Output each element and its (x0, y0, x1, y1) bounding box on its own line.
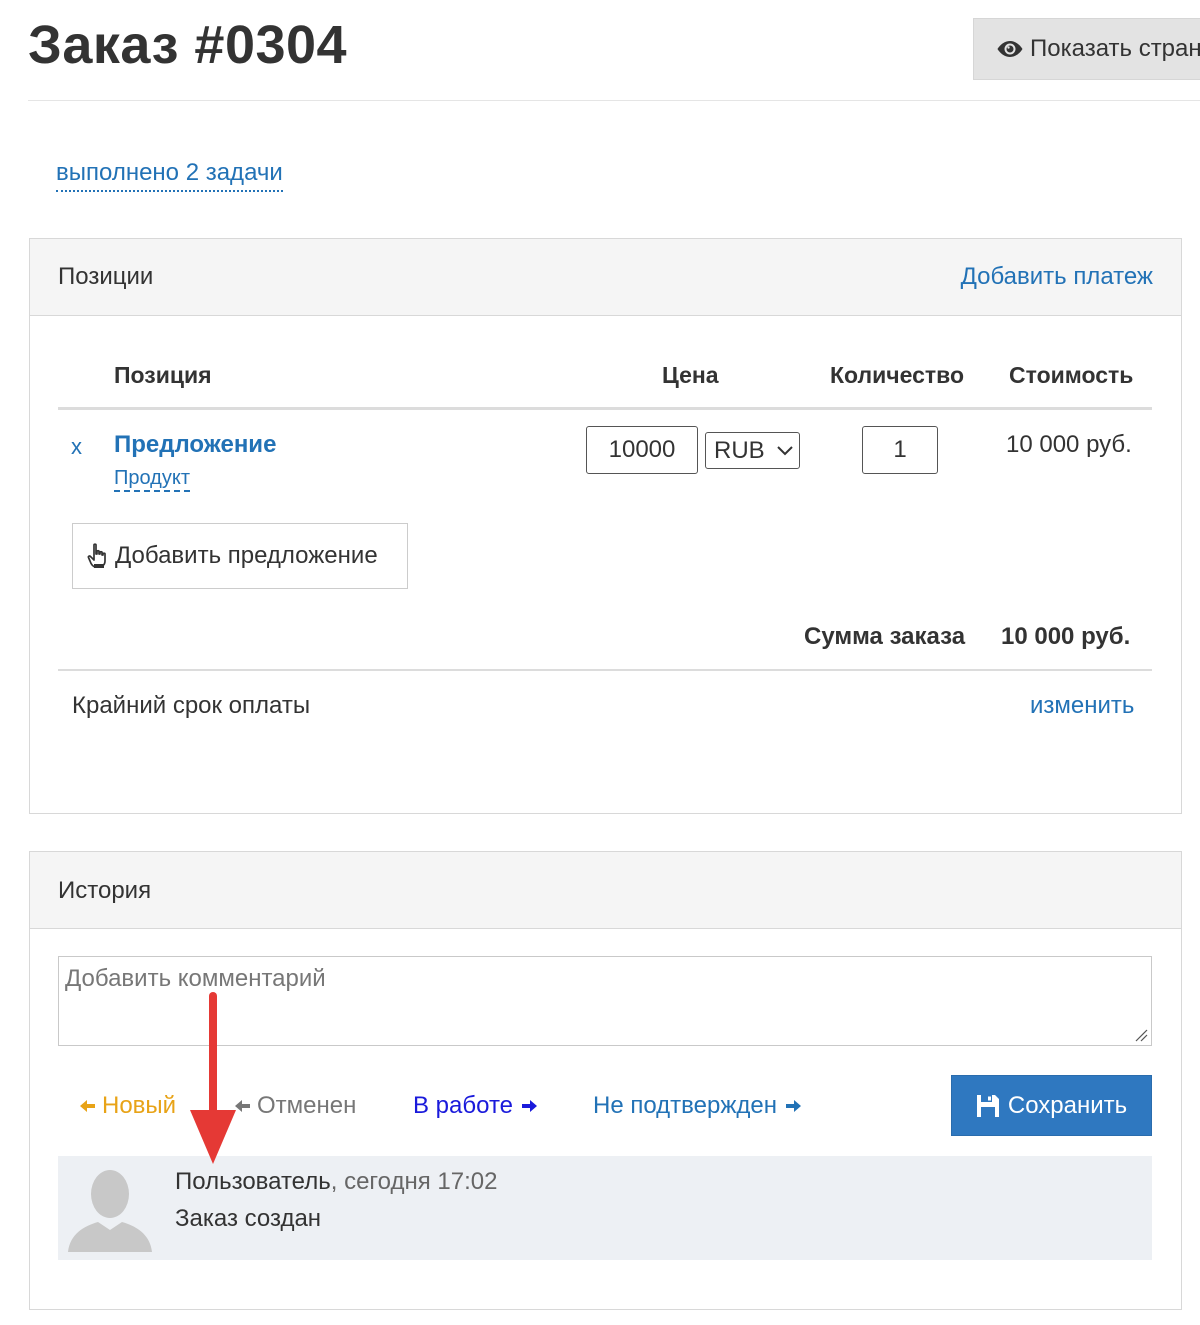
page-title: Заказ #0304 (28, 15, 348, 75)
order-total-value: 10 000 руб. (1001, 623, 1131, 650)
status-new-link[interactable]: Новый (80, 1092, 176, 1120)
eye-icon (997, 41, 1023, 57)
annotation-arrow-icon (190, 992, 236, 1164)
save-button[interactable]: Сохранить (951, 1075, 1152, 1136)
column-header-cost: Стоимость (1009, 362, 1134, 388)
save-button-label: Сохранить (1007, 1091, 1128, 1119)
history-entry-text: Заказ создан (175, 1205, 322, 1232)
change-deadline-link[interactable]: изменить (1030, 692, 1134, 720)
history-panel-header: История (30, 852, 1181, 929)
history-entry-user: Пользователь (175, 1168, 331, 1195)
column-header-position: Позиция (114, 362, 212, 388)
payment-deadline-label: Крайний срок оплаты (72, 692, 311, 719)
currency-select-value: RUB (714, 436, 765, 464)
position-cost: 10 000 руб. (1006, 431, 1132, 458)
column-header-price: Цена (662, 362, 719, 388)
resize-handle-icon[interactable] (1134, 1028, 1148, 1042)
arrow-left-icon (80, 1100, 95, 1112)
order-total-label: Сумма заказа (804, 623, 966, 650)
status-in-progress-label: В работе (413, 1092, 514, 1119)
currency-select[interactable]: RUB (705, 432, 800, 469)
status-canceled-label: Отменен (257, 1092, 357, 1119)
history-panel-title: История (58, 877, 152, 904)
pointing-hand-icon (87, 543, 106, 568)
chevron-down-icon (776, 445, 793, 455)
add-payment-link[interactable]: Добавить платеж (961, 263, 1153, 291)
arrow-right-icon (786, 1100, 801, 1112)
user-silhouette-icon (64, 1164, 154, 1252)
column-header-quantity: Количество (830, 362, 965, 388)
position-name-link[interactable]: Предложение (114, 431, 276, 459)
table-header-divider (58, 407, 1152, 410)
quantity-input[interactable]: 1 (862, 426, 938, 474)
positions-panel-header: Позиции Добавить платеж (30, 239, 1181, 316)
positions-panel-title: Позиции (58, 263, 154, 290)
floppy-disk-icon (976, 1094, 999, 1117)
status-new-label: Новый (102, 1092, 177, 1119)
history-entry-meta: Пользователь, сегодня 17:02 (175, 1168, 497, 1196)
status-canceled-link[interactable]: Отменен (235, 1092, 356, 1120)
status-not-confirmed-link[interactable]: Не подтвержден (593, 1092, 801, 1120)
status-not-confirmed-label: Не подтвержден (593, 1092, 777, 1119)
totals-divider (58, 669, 1152, 671)
comment-placeholder: Добавить комментарий (65, 965, 326, 992)
show-page-label: Показать стран (1030, 35, 1200, 62)
arrow-right-icon (522, 1100, 538, 1112)
show-page-button[interactable]: Показать стран (973, 18, 1200, 80)
history-entry-time: , сегодня 17:02 (330, 1168, 498, 1195)
add-offer-button[interactable]: Добавить предложение (72, 523, 408, 589)
status-in-progress-link[interactable]: В работе (413, 1092, 538, 1120)
completed-tasks-link[interactable]: выполнено 2 задачи (56, 158, 283, 192)
price-input[interactable]: 10000 (586, 426, 698, 474)
add-offer-label: Добавить предложение (115, 542, 378, 569)
remove-position-button[interactable]: x (71, 434, 82, 460)
title-divider (28, 100, 1200, 101)
position-type-link[interactable]: Продукт (114, 466, 190, 492)
